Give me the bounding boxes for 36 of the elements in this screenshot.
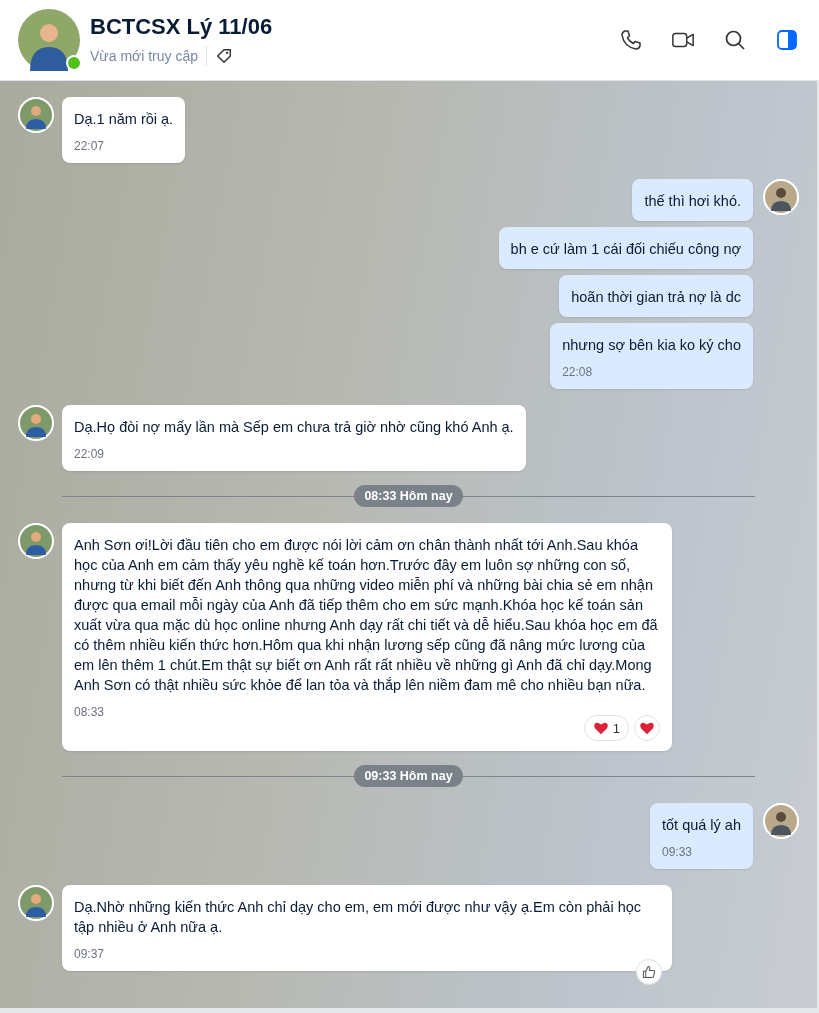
date-separator: 09:33 Hôm nay	[354, 765, 463, 787]
avatar[interactable]	[18, 97, 54, 133]
message-time: 22:09	[74, 447, 106, 461]
heart-icon	[639, 721, 655, 735]
avatar[interactable]	[763, 803, 799, 839]
avatar[interactable]	[18, 405, 54, 441]
message-time: 22:07	[74, 139, 106, 153]
date-separator: 08:33 Hôm nay	[354, 485, 463, 507]
reaction-button[interactable]	[636, 959, 662, 985]
message-time: 22:08	[562, 365, 594, 379]
message-text: thế thì hơi khó.	[644, 192, 741, 211]
message-text: bh e cứ làm 1 cái đối chiếu công nợ	[510, 240, 741, 259]
phone-icon[interactable]	[619, 28, 643, 52]
message-text: Dạ.Nhờ những kiến thức Anh chỉ dạy cho em, em mới được như vậy ạ.Em còn phải học tập nhiều ở Anh nữa ạ.	[74, 898, 643, 937]
avatar[interactable]	[763, 179, 799, 215]
search-icon[interactable]	[723, 28, 747, 52]
reaction-button[interactable]	[634, 715, 660, 741]
thumbs-up-icon	[641, 964, 657, 980]
message-text: nhưng sợ bên kia ko ký cho	[562, 336, 741, 355]
avatar[interactable]	[18, 885, 54, 921]
chat-title: BCTCSX Lý 11/06	[90, 14, 274, 40]
sidebar-toggle-icon[interactable]	[775, 28, 799, 52]
message-text: Dạ.Họ đòi nợ mấy lần mà Sếp em chưa trả giờ nhờ cũng khó Anh ạ.	[74, 418, 514, 437]
message-text: tốt quá lý ah	[662, 816, 741, 835]
status-text: Vừa mới truy cập	[90, 48, 199, 64]
message-time: 09:33	[662, 845, 694, 859]
message-text: hoãn thời gian trả nợ là dc	[571, 288, 741, 307]
message-text: Dạ.1 năm rồi ạ.	[74, 110, 174, 129]
avatar[interactable]	[18, 9, 80, 71]
reaction-count[interactable]: 1	[583, 715, 629, 741]
tag-icon[interactable]	[215, 47, 234, 65]
heart-icon	[592, 721, 609, 735]
message-text: Anh Sơn ơi!Lời đầu tiên cho em được nói lời cảm ơn chân thành nhất tới Anh.Sau khóa học của Anh em cảm thấy yêu nghề kế toán hơn.Trước đây em luôn sợ những con số, nhưng từ khi biết đến Anh thông qua những video miễn phí và những bài chia sẻ em nhận được qua email mỗi ngày của Anh đã tiếp thêm cho em sức mạnh.Khóa học kế toán sản xuất vừa qua mặc dù học online nhưng Anh dạy rất chi tiết và dễ hiểu.Sau khóa học em đã có thêm nhiều kiến thức hơn.Hôm qua khi nhận lương sếp cũng đã nâng mức lương của em lên thêm 1 chút.Em thật sự biết ơn Anh rất rất nhiều về những gì Anh đã chỉ dạy.Mong Anh Sơn có thật nhiều sức khỏe để lan tỏa và thắp lên niềm đam mê cho nhiều bạn nữa.	[74, 536, 659, 695]
avatar[interactable]	[18, 523, 54, 559]
message-time: 09:37	[74, 947, 106, 961]
message-time: 08:33	[74, 705, 106, 719]
